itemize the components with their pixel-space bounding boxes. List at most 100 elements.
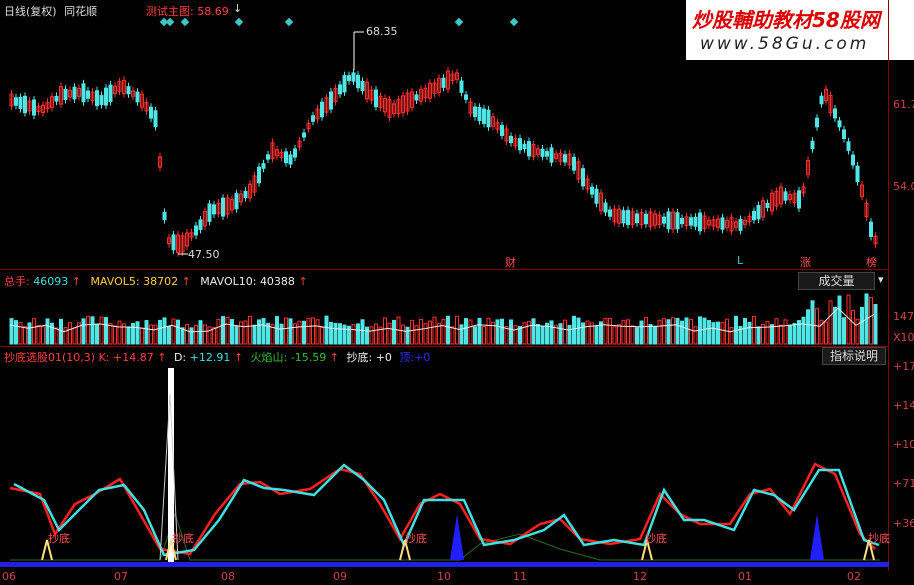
volume-bar <box>536 323 540 345</box>
candle <box>720 217 725 230</box>
x-axis-label: 06 <box>2 570 16 583</box>
volume-bar <box>428 320 432 345</box>
volume-bar <box>90 316 95 345</box>
volume-bar <box>324 315 329 345</box>
volume-bar <box>158 319 162 345</box>
volume-bar <box>702 317 707 345</box>
fire-value: -15.59 <box>290 351 327 364</box>
volume-bar <box>185 323 189 345</box>
x-axis-label: 09 <box>333 570 347 583</box>
indicator-axis-tick: +10 <box>893 438 914 451</box>
x-axis-label: 08 <box>221 570 235 583</box>
volume-bar <box>671 317 675 345</box>
volume-bar <box>176 319 180 345</box>
candle <box>320 101 324 118</box>
volume-bar <box>662 318 666 345</box>
candle <box>99 95 104 105</box>
candle <box>81 83 86 103</box>
volume-bar <box>707 320 711 345</box>
candle <box>293 148 297 158</box>
volume-bar <box>774 318 779 345</box>
volume-bar <box>333 322 338 345</box>
volume-bar <box>279 323 284 345</box>
volume-bar <box>783 319 788 345</box>
volume-bar <box>531 318 536 345</box>
volume-bar <box>468 319 473 345</box>
candle <box>72 86 77 100</box>
candle <box>846 141 851 151</box>
volume-bar <box>342 324 347 345</box>
volume-indicator-dropdown[interactable]: 成交量 <box>798 272 875 290</box>
volume-bar <box>675 317 680 345</box>
volume-bar <box>221 316 225 345</box>
indicator-help-button[interactable]: 指标说明 <box>822 347 886 365</box>
volume-bar <box>617 324 621 345</box>
chaodi-label: 抄底: <box>346 351 373 364</box>
candle <box>500 125 504 136</box>
volume-bar <box>851 310 855 345</box>
candle <box>522 143 527 150</box>
volume-chart[interactable] <box>0 290 889 346</box>
price-chart[interactable] <box>0 0 889 270</box>
candle <box>207 203 212 222</box>
volume-bar <box>540 326 545 345</box>
indicator-axis-tick: +14 <box>893 399 914 412</box>
volume-bar <box>558 323 563 345</box>
volume-bar <box>752 316 756 345</box>
bottom-marker-label: 抄底 <box>172 532 194 545</box>
volume-bar <box>153 324 158 345</box>
candle <box>104 87 108 106</box>
candle <box>356 74 360 89</box>
volume-bar <box>810 300 815 345</box>
candle <box>626 210 630 225</box>
volume-bar <box>594 325 599 345</box>
volume-bar <box>572 315 576 345</box>
volume-bar <box>585 320 590 345</box>
event-tag-cai[interactable]: 财 <box>505 254 516 270</box>
bottom-marker-label: 抄底 <box>645 532 667 545</box>
volume-bar <box>288 318 293 345</box>
volume-axis-tick: X10 <box>893 331 914 344</box>
volume-bar <box>747 321 752 345</box>
volume-bar <box>743 318 747 345</box>
volume-bar <box>410 319 414 345</box>
candle <box>810 140 815 150</box>
volume-bar <box>113 325 117 345</box>
volume-bar <box>99 316 104 345</box>
volume-bar <box>54 327 59 345</box>
candle <box>563 154 567 163</box>
volume-bar <box>482 326 486 345</box>
volume-bar <box>284 317 288 345</box>
total-value: 46093 <box>33 275 69 288</box>
event-tag-l[interactable]: L <box>737 254 743 267</box>
volume-bar <box>423 323 428 345</box>
event-tag-zhang[interactable]: 涨 <box>800 254 811 270</box>
volume-bar <box>770 324 774 345</box>
d-label: D: <box>173 351 187 364</box>
candle <box>18 96 23 110</box>
volume-bar <box>351 324 356 345</box>
candle <box>851 154 855 166</box>
volume-bar <box>693 326 698 345</box>
volume-bar <box>860 306 864 345</box>
mavol10-value: 40388 <box>259 275 295 288</box>
volume-bar <box>626 319 630 345</box>
candle <box>549 147 554 163</box>
candle <box>234 193 239 210</box>
volume-bar <box>509 319 513 345</box>
indicator-chart[interactable] <box>0 364 889 570</box>
volume-bar <box>450 326 455 345</box>
candle <box>833 108 837 119</box>
candle <box>855 165 860 183</box>
volume-bar <box>756 326 761 345</box>
candle <box>509 135 513 144</box>
volume-bar <box>689 319 693 345</box>
volume-bar <box>644 317 648 345</box>
chevron-down-icon[interactable]: ▾ <box>878 273 884 286</box>
volume-bar <box>455 315 459 345</box>
volume-bar <box>527 320 531 345</box>
volume-bar <box>144 320 149 345</box>
candle <box>464 94 468 100</box>
candle <box>581 168 585 187</box>
event-tag-bang[interactable]: 榜 <box>866 254 877 270</box>
